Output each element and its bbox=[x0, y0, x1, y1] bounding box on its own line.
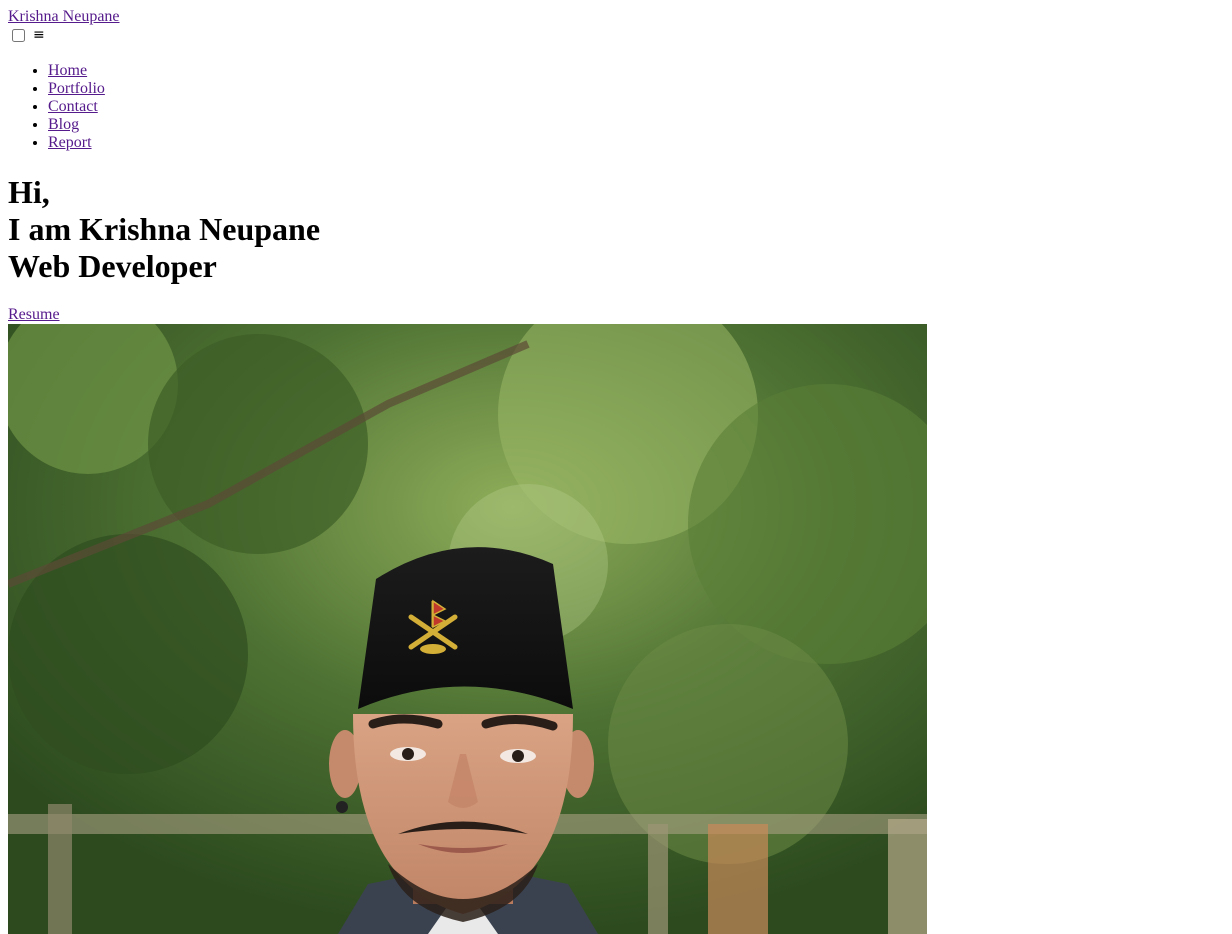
hero-name: I am Krishna Neupane bbox=[8, 211, 321, 247]
nav-item-contact: Contact bbox=[48, 98, 105, 116]
profile-photo bbox=[8, 324, 927, 934]
brand-link[interactable]: Krishna Neupane bbox=[8, 8, 120, 26]
hero-greeting: Hi, bbox=[8, 174, 50, 210]
nav-link-contact[interactable]: Contact bbox=[48, 98, 98, 115]
nav-item-home: Home bbox=[48, 62, 105, 80]
nav-link-report[interactable]: Report bbox=[48, 134, 92, 151]
menu-icon[interactable]: ≡ bbox=[33, 26, 45, 44]
nav-item-report: Report bbox=[48, 134, 105, 152]
menu-toggle-row: ≡ bbox=[8, 26, 45, 44]
nav-link-blog[interactable]: Blog bbox=[48, 116, 79, 133]
hero-role: Web Developer bbox=[8, 248, 217, 284]
main-nav: Home Portfolio Contact Blog Report bbox=[8, 62, 105, 152]
hero-heading: Hi, I am Krishna Neupane Web Developer bbox=[8, 174, 320, 285]
menu-toggle-checkbox[interactable] bbox=[12, 28, 25, 42]
nav-link-portfolio[interactable]: Portfolio bbox=[48, 80, 105, 97]
resume-link[interactable]: Resume bbox=[8, 306, 60, 324]
nav-link-home[interactable]: Home bbox=[48, 62, 87, 79]
nav-item-portfolio: Portfolio bbox=[48, 80, 105, 98]
nav-item-blog: Blog bbox=[48, 116, 105, 134]
